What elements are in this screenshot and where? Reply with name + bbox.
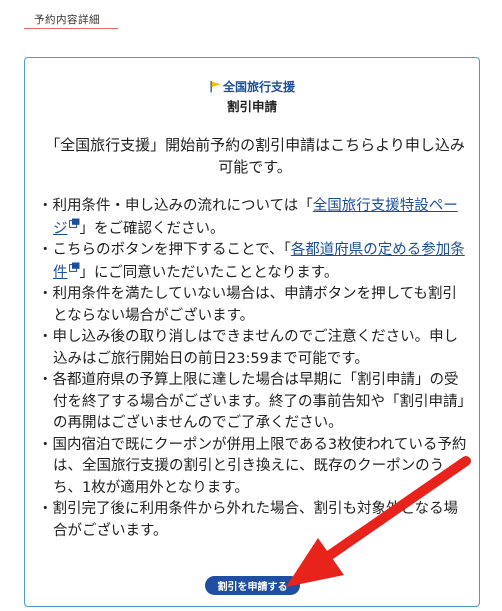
list-item: ・国内宿泊で既にクーポンが併用上限である3枚使われている予約は、全国旅行支援の割…	[38, 436, 467, 496]
conditions-list: ・利用条件・申し込みの流れについては「全国旅行支援特設ページ 」をご確認ください。…	[38, 196, 468, 542]
flag-icon	[210, 81, 221, 93]
lead-text: 「全国旅行支援」開始前予約の割引申請はこちらより申し込み可能です。	[45, 136, 465, 176]
section-title: 予約内容詳細	[34, 14, 100, 26]
apply-discount-button[interactable]: 割引を申請する	[205, 576, 300, 595]
discount-application-card: 全国旅行支援 割引申請 「全国旅行支援」開始前予約の割引申請はこちらより申し込み…	[24, 57, 480, 607]
external-link-icon	[68, 218, 79, 228]
list-item: ・割引完了後に利用条件から外れた場合、割引も対象外となる場合がございます。	[38, 501, 459, 539]
external-link-icon	[68, 262, 79, 272]
card-heading: 割引申請	[226, 99, 277, 114]
list-item: ・利用条件を満たしていない場合は、申請ボタンを押しても割引とならない場合がござい…	[38, 286, 457, 324]
section-title-underline	[24, 28, 118, 29]
list-item: ・利用条件・申し込みの流れについては「全国旅行支援特設ページ 」をご確認ください。	[38, 198, 458, 237]
brand-label: 全国旅行支援	[25, 78, 479, 95]
list-item: ・各都道府県の予算上限に達した場合は早期に「割引申請」の受付を終了する場合がござ…	[38, 372, 465, 431]
brand-text: 全国旅行支援	[222, 80, 295, 94]
list-item: ・申し込み後の取り消しはできませんのでご注意ください。申し込みはご旅行開始日の前…	[38, 329, 459, 367]
list-item: ・こちらのボタンを押下することで、「各都道府県の定める参加条件 」にご同意いただい…	[38, 242, 465, 281]
